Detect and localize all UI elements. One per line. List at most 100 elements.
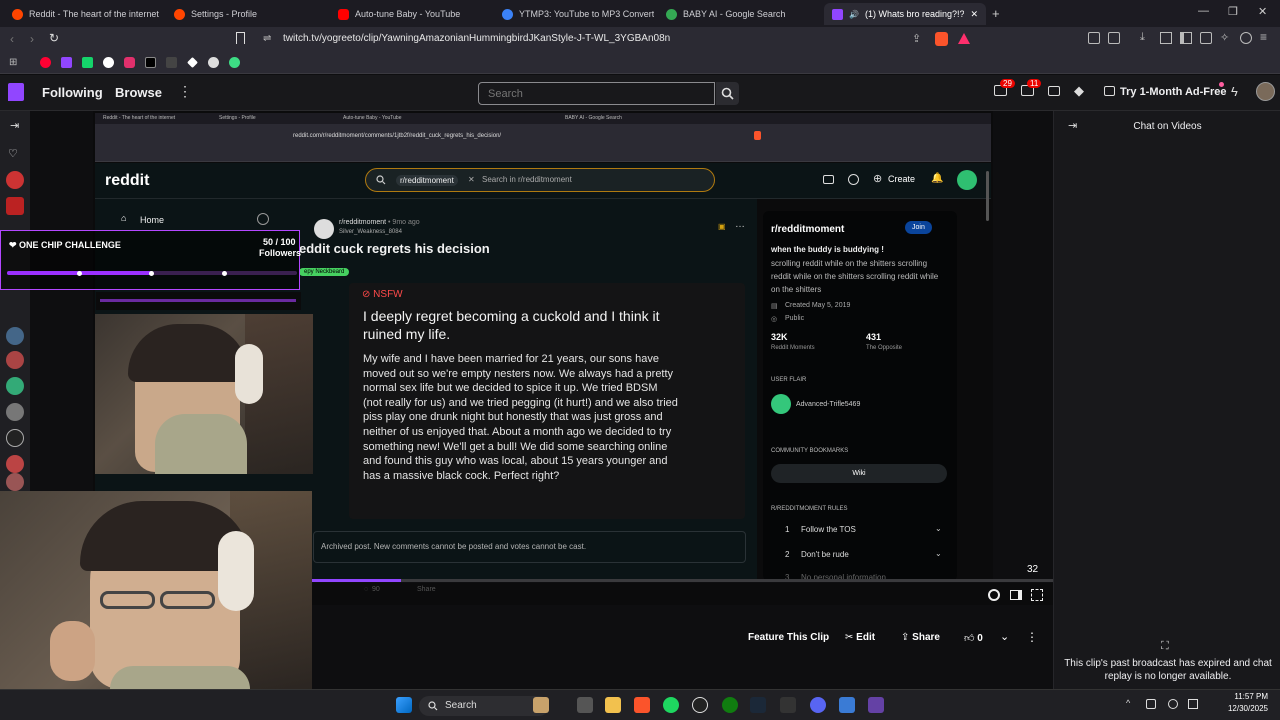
search-button[interactable]	[716, 82, 739, 105]
sidebar-icon[interactable]	[1180, 32, 1192, 44]
browser-tab[interactable]: Reddit - The heart of the internet	[4, 3, 164, 25]
channel-avatar[interactable]	[6, 327, 24, 345]
settings-gear-icon[interactable]	[988, 589, 1000, 601]
like-button[interactable]: 👍︎ 0	[964, 632, 983, 644]
channel-avatar[interactable]	[6, 351, 24, 369]
channel-avatar[interactable]	[6, 377, 24, 395]
whispers-icon[interactable]	[1048, 86, 1060, 96]
taskbar-app-icon[interactable]	[780, 697, 796, 713]
close-window-icon[interactable]: ✕	[1258, 5, 1267, 18]
brave-icon[interactable]	[634, 697, 650, 713]
tray-icon[interactable]	[1168, 699, 1178, 709]
rule-item[interactable]: Follow the TOS	[801, 525, 856, 534]
theatre-mode-icon[interactable]	[1010, 590, 1022, 600]
chrome-bookmark-icon[interactable]	[103, 57, 114, 68]
chevron-down-icon[interactable]: ⌄	[1000, 630, 1009, 643]
tray-icon[interactable]	[1146, 699, 1156, 709]
chevron-down-icon[interactable]: ⌄	[935, 524, 942, 533]
channel-avatar[interactable]	[6, 197, 24, 215]
post-subreddit[interactable]: r/redditmoment	[339, 219, 386, 226]
browse-link[interactable]: Browse	[115, 85, 162, 100]
history-icon[interactable]	[1160, 32, 1172, 44]
browser-tab[interactable]: YTMP3: YouTube to MP3 Converter	[494, 3, 654, 25]
browser-tab[interactable]: BABY AI - Google Search	[658, 3, 818, 25]
wiki-button[interactable]: Wiki	[771, 464, 947, 483]
maximize-icon[interactable]: ❐	[1228, 5, 1238, 18]
youtube-bookmark-icon[interactable]	[40, 57, 51, 68]
reload-icon[interactable]: ↻	[49, 31, 59, 45]
channel-avatar[interactable]	[6, 429, 24, 447]
x-bookmark-icon[interactable]	[166, 57, 177, 68]
spotify-icon[interactable]	[663, 697, 679, 713]
menu-icon[interactable]: ≡	[1260, 30, 1267, 44]
site-info-icon[interactable]: ⇌	[263, 33, 271, 44]
share-button[interactable]: ⇪ Share	[901, 632, 940, 643]
bits-icon[interactable]: ◆	[1074, 83, 1084, 99]
share-icon[interactable]: ⇪	[912, 32, 921, 45]
twitch-bookmark-icon[interactable]	[61, 57, 72, 68]
kick-bookmark-icon[interactable]	[82, 57, 93, 68]
leo-icon[interactable]: ✧	[1220, 31, 1229, 44]
twitch-logo-icon[interactable]	[8, 83, 24, 101]
edit-button[interactable]: ✂ Edit	[845, 632, 875, 643]
clip-progress-track[interactable]	[312, 579, 1053, 582]
more-options-icon[interactable]: ⋮	[1026, 630, 1038, 644]
advertise-icon[interactable]	[823, 175, 834, 184]
apps-grid-icon[interactable]: ⊞	[9, 57, 17, 68]
nav-menu-icon[interactable]	[257, 213, 269, 225]
channel-avatar[interactable]	[6, 473, 24, 491]
chat-icon[interactable]	[848, 174, 859, 185]
channel-avatar[interactable]	[6, 171, 24, 189]
clock-time[interactable]: 11:57 PM	[1208, 692, 1268, 701]
rule-item[interactable]: Don't be rude	[801, 550, 849, 559]
taskbar-app-icon[interactable]	[577, 697, 593, 713]
post-overflow-icon[interactable]: …	[735, 219, 745, 230]
close-icon[interactable]: ✕	[970, 9, 978, 20]
new-tab-icon[interactable]: +	[992, 6, 1000, 21]
user-flair-name[interactable]: Advanced-Trifle5469	[796, 401, 860, 408]
xbox-icon[interactable]	[722, 697, 738, 713]
bookmark-icon-9[interactable]	[229, 57, 240, 68]
discord-bookmark-icon[interactable]	[208, 57, 219, 68]
clock-date[interactable]: 12/30/2025	[1208, 704, 1268, 713]
inner-scrollbar[interactable]	[986, 171, 989, 221]
steam-icon[interactable]	[750, 697, 766, 713]
extension-icon[interactable]: ϟ	[1231, 84, 1238, 99]
bell-icon[interactable]: 🔔	[931, 173, 943, 184]
taskbar-app-icon[interactable]	[868, 697, 884, 713]
browser-tab[interactable]: Settings - Profile	[166, 3, 326, 25]
tiktok-bookmark-icon[interactable]	[145, 57, 156, 68]
channel-avatar[interactable]	[6, 403, 24, 421]
discord-icon[interactable]	[810, 697, 826, 713]
vpn-icon[interactable]	[1240, 32, 1252, 44]
more-menu-icon[interactable]: ⋮	[178, 83, 192, 100]
bookmark-icon[interactable]	[236, 32, 245, 44]
back-icon[interactable]: ‹	[10, 32, 14, 46]
tray-chevron-icon[interactable]: ^	[1126, 698, 1130, 708]
create-button[interactable]: Create	[888, 174, 915, 184]
reddit-avatar[interactable]	[957, 170, 977, 190]
ad-free-promo[interactable]: Try 1-Month Ad-Free	[1120, 86, 1227, 98]
post-author[interactable]: Silver_Weakness_8084	[339, 229, 402, 235]
channel-avatar[interactable]	[6, 455, 24, 473]
taskbar-search[interactable]: Search	[419, 696, 549, 716]
avatar[interactable]	[1256, 82, 1275, 101]
brave-rewards-icon[interactable]	[958, 33, 970, 44]
fullscreen-icon[interactable]	[1031, 589, 1043, 601]
following-link[interactable]: Following	[42, 85, 103, 100]
search-input[interactable]	[478, 82, 715, 105]
join-button[interactable]: Join	[905, 221, 932, 234]
instagram-bookmark-icon[interactable]	[124, 57, 135, 68]
browser-tab-active[interactable]: 🔊 (1) Whats bro reading?!?! - ✕	[824, 3, 986, 25]
download-icon[interactable]: ⤓	[1140, 31, 1145, 44]
chevron-down-icon[interactable]: ⌄	[935, 549, 942, 558]
taskbar-app-icon[interactable]	[839, 697, 855, 713]
heart-icon[interactable]: ♡	[8, 147, 18, 160]
file-explorer-icon[interactable]	[533, 697, 549, 713]
sidebar-subreddit-name[interactable]: r/redditmoment	[771, 224, 844, 235]
screenshot-icon[interactable]	[1200, 32, 1212, 44]
home-link[interactable]: Home	[140, 215, 164, 225]
browser-tab[interactable]: Auto-tune Baby - YouTube	[330, 3, 490, 25]
chip-close-icon[interactable]: ✕	[468, 175, 475, 184]
brave-shield-icon[interactable]	[935, 32, 948, 46]
